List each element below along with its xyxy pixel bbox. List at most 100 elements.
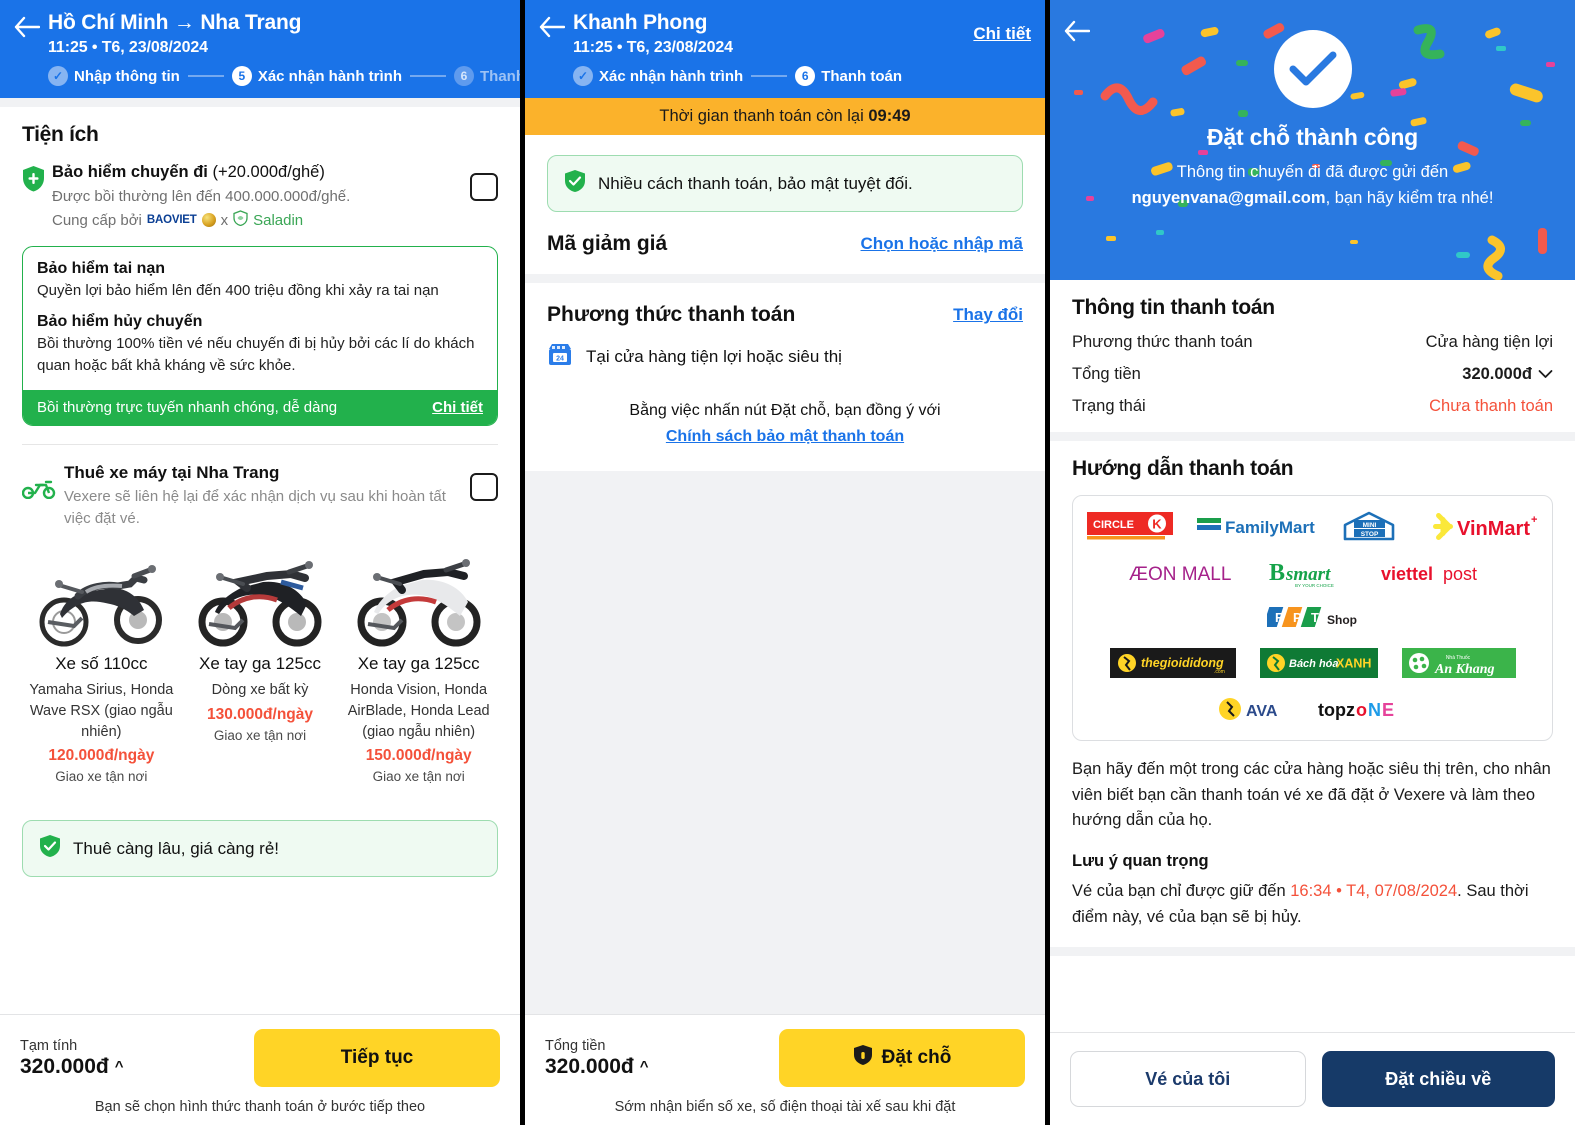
success-subtitle: Thông tin chuyến đi đã được gửi đến nguy… [1050, 160, 1575, 211]
payment-method-row: Phương thức thanh toán Thay đổi [525, 283, 1045, 337]
panel1-header: Hồ Chí Minh → Nha Trang 11:25 • T6, 23/0… [0, 0, 520, 99]
svg-text:Nhà Thuốc: Nhà Thuốc [1445, 655, 1470, 661]
payment-guide-section: Hướng dẫn thanh toán CIRCLE K FamilyMart … [1050, 441, 1575, 947]
svg-text:P: P [1293, 610, 1302, 625]
subtotal-value[interactable]: 320.000đ ^ [20, 1055, 124, 1079]
step-1-label: Nhập thông tin [74, 67, 180, 85]
agreement-text-block: Bằng việc nhấn nút Đặt chỗ, bạn đồng ý v… [525, 372, 1045, 471]
panel3-footer: Vé của tôi Đặt chiều về [1050, 1032, 1575, 1125]
total-block[interactable]: Tổng tiền 320.000đ ^ [545, 1038, 649, 1079]
benefit-accident-title: Bảo hiểm tai nạn [37, 260, 166, 277]
three-panel-screenshot: Hồ Chí Minh → Nha Trang 11:25 • T6, 23/0… [0, 0, 1575, 1125]
security-note-banner: Nhiều cách thanh toán, bảo mật tuyệt đối… [547, 155, 1023, 213]
trip-detail-link[interactable]: Chi tiết [973, 10, 1031, 44]
step-nhap-thong-tin[interactable]: ✓ Nhập thông tin [48, 66, 180, 87]
chevron-down-icon[interactable] [1538, 365, 1553, 384]
bike-price: 130.000đ/ngày [207, 705, 313, 723]
bike-desc: Dòng xe bất kỳ [211, 682, 309, 699]
fpt-shop-logo: F P T Shop [1266, 602, 1359, 632]
info-value[interactable]: 320.000đ [1462, 365, 1553, 384]
section-divider [22, 443, 498, 445]
step-thanh-toan[interactable]: 6 Thanh toán [795, 66, 902, 87]
total-label: Tổng tiền [545, 1037, 606, 1054]
svg-text:XANH: XANH [1336, 657, 1371, 671]
svg-text:24: 24 [556, 356, 564, 363]
countdown-prefix: Thời gian thanh toán còn lại [659, 107, 864, 126]
payment-info-title: Thông tin thanh toán [1072, 296, 1275, 319]
chevron-up-icon[interactable]: ^ [640, 1058, 649, 1075]
insurance-detail-link[interactable]: Chi tiết [432, 399, 483, 416]
svg-text:An Khang: An Khang [1434, 662, 1495, 677]
back-arrow-icon[interactable] [14, 10, 48, 38]
motorbike-rental-option[interactable]: Thuê xe máy tại Nha Trang Vexere sẽ liên… [21, 463, 498, 530]
bike-option[interactable]: Xe tay ga 125cc Honda Vision, Honda AirB… [339, 543, 498, 784]
panel1-footer: Tạm tính 320.000đ ^ Tiếp tục Bạn sẽ chọn… [0, 1014, 520, 1125]
panel2-header: Khanh Phong 11:25 • T6, 23/08/2024 Chi t… [525, 0, 1045, 99]
rental-tip-text: Thuê càng lâu, giá càng rẻ! [73, 838, 280, 858]
book-seat-button[interactable]: Đặt chỗ [779, 1029, 1025, 1087]
step-thanh-toan[interactable]: 6 Thanh [454, 66, 520, 87]
step-connector [410, 75, 446, 78]
bike-option[interactable]: Xe số 110cc Yamaha Sirius, Honda Wave RS… [22, 543, 181, 784]
benefit-accident-text: Quyền lợi bảo hiểm lên đến 400 triệu đồn… [37, 282, 439, 299]
back-arrow-icon[interactable] [1064, 14, 1098, 42]
total-value[interactable]: 320.000đ ^ [545, 1055, 649, 1079]
rental-checkbox[interactable] [470, 472, 498, 501]
promo-code-row: Mã giảm giá Chọn hoặc nhập mã [525, 212, 1045, 274]
my-tickets-button[interactable]: Vé của tôi [1070, 1051, 1306, 1107]
saladin-leaf-icon [233, 210, 248, 230]
step-indicator: ✓ Xác nhận hành trình 6 Thanh toán [539, 66, 1031, 87]
continue-button[interactable]: Tiếp tục [254, 1029, 500, 1087]
svg-text:T: T [1311, 610, 1319, 625]
insurance-checkbox[interactable] [470, 173, 498, 202]
rental-subtitle: Vexere sẽ liên hệ lại để xác nhận dịch v… [64, 487, 446, 527]
check-shield-icon [39, 834, 61, 863]
selected-payment-method[interactable]: 24 Tại cửa hàng tiện lợi hoặc siêu thị [525, 337, 1045, 372]
subtotal-label: Tạm tính [20, 1037, 78, 1054]
info-key: Tổng tiền [1072, 365, 1141, 383]
footer-note: Bạn sẽ chọn hình thức thanh toán ở bước … [94, 1099, 426, 1115]
panel3-body: Thông tin thanh toán Phương thức thanh t… [1050, 280, 1575, 1032]
trip-insurance-option[interactable]: Bảo hiểm chuyến đi (+20.000đ/ghế) Được b… [22, 163, 498, 230]
step-xac-nhan-hanh-trinh[interactable]: 5 Xác nhận hành trình [231, 66, 402, 87]
back-arrow-icon[interactable] [539, 10, 573, 38]
subtotal-block[interactable]: Tạm tính 320.000đ ^ [20, 1038, 124, 1079]
bike-option[interactable]: Xe tay ga 125cc Dòng xe bất kỳ 130.000đ/… [181, 543, 340, 784]
payment-method-value: Tại cửa hàng tiện lợi hoặc siêu thị [586, 346, 842, 366]
privacy-policy-link[interactable]: Chính sách bảo mật thanh toán [666, 428, 904, 445]
step-3-label: Thanh [480, 67, 520, 85]
ministop-logo: MINI STOP [1341, 511, 1403, 542]
info-row-total[interactable]: Tổng tiền 320.000đ [1072, 365, 1553, 384]
bike-photo-3 [343, 543, 494, 648]
change-method-link[interactable]: Thay đổi [953, 305, 1023, 325]
chevron-up-icon[interactable]: ^ [115, 1058, 124, 1075]
bike-desc: Honda Vision, Honda AirBlade, Honda Lead… [347, 682, 490, 740]
book-return-button[interactable]: Đặt chiều về [1321, 1051, 1555, 1107]
countdown-value: 09:49 [868, 107, 911, 126]
my-tickets-label: Vé của tôi [1145, 1068, 1231, 1089]
bike-options-list: Xe số 110cc Yamaha Sirius, Honda Wave RS… [22, 543, 498, 784]
promo-title: Mã giảm giá [547, 232, 668, 256]
motorbike-icon [21, 463, 64, 504]
svg-text:thegioididong: thegioididong [1141, 656, 1224, 670]
status-badge: Chưa thanh toán [1429, 397, 1553, 415]
an-khang-logo: Nhà Thuốc An Khang [1401, 648, 1516, 678]
trip-datetime: 11:25 • T6, 23/08/2024 [48, 39, 208, 57]
continue-label: Tiếp tục [340, 1047, 414, 1068]
info-row-status: Trạng thái Chưa thanh toán [1072, 397, 1553, 416]
success-check-icon [1273, 30, 1352, 108]
thegioididong-logo: thegioididong .com [1109, 648, 1236, 678]
benefit-cancel-title: Bảo hiểm hủy chuyến [37, 313, 203, 331]
promo-select-link[interactable]: Chọn hoặc nhập mã [861, 234, 1023, 254]
section-gap [0, 98, 520, 108]
payment-countdown-banner: Thời gian thanh toán còn lại 09:49 [525, 98, 1045, 136]
info-key: Trạng thái [1072, 397, 1146, 415]
section-gap [1050, 946, 1575, 956]
svg-text:BY YOUR CHOICE: BY YOUR CHOICE [1295, 583, 1334, 588]
svg-text:.com: .com [1214, 669, 1225, 675]
svg-text:viettel: viettel [1381, 564, 1433, 584]
check-shield-icon [564, 169, 586, 198]
success-line-1: Thông tin chuyến đi đã được gửi đến [1176, 163, 1449, 181]
step-xac-nhan-hanh-trinh[interactable]: ✓ Xác nhận hành trình [573, 66, 743, 87]
total-amount: 320.000đ [545, 1054, 634, 1078]
